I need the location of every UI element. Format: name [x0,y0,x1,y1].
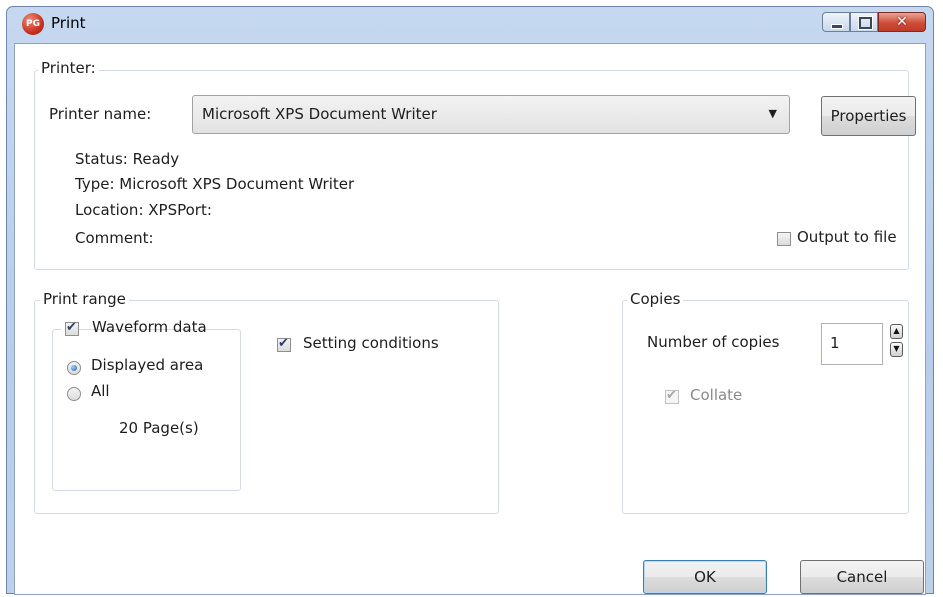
output-to-file-label[interactable]: Output to file [797,228,897,246]
waveform-data-label[interactable]: Waveform data [92,318,207,336]
properties-button[interactable]: Properties [821,96,916,136]
close-button[interactable]: ✕ [878,12,926,32]
printer-name-value: Microsoft XPS Document Writer [202,105,437,123]
caption-buttons: ✕ [822,12,926,34]
all-radio[interactable] [67,387,81,401]
number-of-copies-label: Number of copies [647,333,780,351]
waveform-data-checkbox[interactable] [65,320,79,336]
minimize-button[interactable] [822,12,850,32]
app-icon: PG [22,13,44,35]
printer-name-combobox[interactable]: Microsoft XPS Document Writer ▼ [192,95,790,134]
minimize-icon [831,24,843,29]
collate-label[interactable]: Collate [690,386,742,404]
window-title: Print [51,14,86,32]
printer-type: Type: Microsoft XPS Document Writer [75,175,355,193]
maximize-button[interactable] [850,12,878,32]
page-count: 20 Page(s) [119,419,199,437]
printer-comment: Comment: [75,229,154,247]
cancel-button[interactable]: Cancel [800,560,924,594]
copies-decrement-button[interactable]: ▼ [890,342,903,357]
setting-conditions-checkbox[interactable] [277,336,291,352]
close-icon: ✕ [896,14,908,30]
displayed-area-label[interactable]: Displayed area [91,356,203,374]
dialog-client-area: Printer: Printer name: Microsoft XPS Doc… [14,43,926,595]
print-range-group-label: Print range [40,290,129,308]
waveform-data-group [52,329,241,491]
printer-status: Status: Ready [75,150,180,168]
displayed-area-radio[interactable] [67,361,81,375]
title-bar[interactable]: PG Print ✕ [7,7,933,43]
maximize-icon [859,17,872,29]
copies-group-label: Copies [627,290,684,308]
printer-group-label: Printer: [38,59,99,77]
collate-checkbox[interactable] [665,388,679,404]
print-dialog: PG Print ✕ Printer: Printer name: Micros… [6,6,934,595]
printer-name-label: Printer name: [49,105,152,123]
copies-increment-button[interactable]: ▲ [890,324,903,339]
chevron-down-icon: ▼ [768,107,777,120]
all-label[interactable]: All [91,382,110,400]
output-to-file-checkbox[interactable] [777,232,791,246]
number-of-copies-value: 1 [830,334,840,352]
printer-location: Location: XPSPort: [75,201,212,219]
number-of-copies-input[interactable]: 1 [821,323,883,365]
ok-button[interactable]: OK [643,560,767,594]
setting-conditions-label[interactable]: Setting conditions [303,334,439,352]
